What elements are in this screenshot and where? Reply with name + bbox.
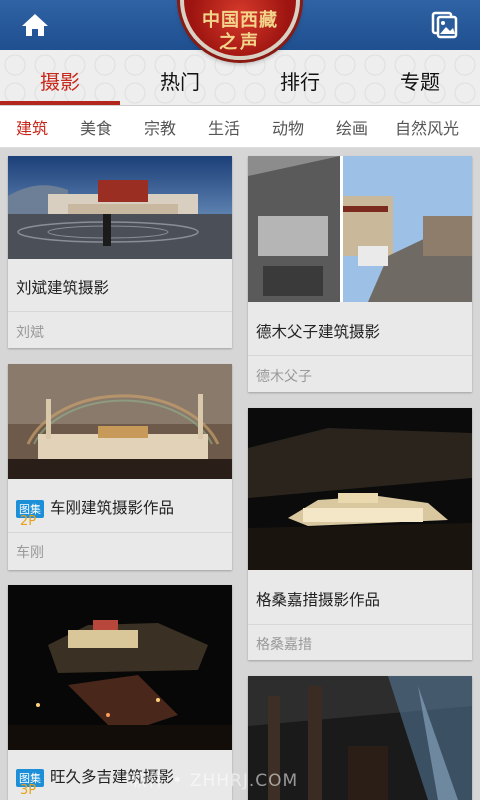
card-title: 格桑嘉措摄影作品 xyxy=(256,591,381,609)
tab-popular[interactable]: 热门 xyxy=(120,50,240,105)
tab-topics[interactable]: 专题 xyxy=(360,50,480,105)
photo-count: 3P xyxy=(20,783,37,798)
divider xyxy=(8,532,232,533)
home-icon xyxy=(22,14,48,36)
category-food[interactable]: 美食 xyxy=(64,115,128,139)
card-title: 德木父子建筑摄影 xyxy=(256,323,381,341)
tab-photography[interactable]: 摄影 xyxy=(0,50,120,105)
photo-card[interactable]: 刘斌建筑摄影 刘斌 xyxy=(8,156,232,348)
logo-text-line2: 之声 xyxy=(219,32,261,53)
category-painting[interactable]: 绘画 xyxy=(320,115,384,139)
card-image xyxy=(8,585,232,750)
card-title: 刘斌建筑摄影 xyxy=(16,279,110,297)
gallery-icon xyxy=(431,11,458,39)
category-animals[interactable]: 动物 xyxy=(256,115,320,139)
photo-card[interactable]: 格桑嘉措摄影作品 格桑嘉措 xyxy=(248,408,472,660)
card-image xyxy=(248,408,472,570)
tab-ranking[interactable]: 排行 xyxy=(240,50,360,105)
category-architecture[interactable]: 建筑 xyxy=(0,115,64,139)
app-logo[interactable]: 中国西藏 之声 xyxy=(180,0,300,60)
card-title: 图集 车刚建筑摄影作品 xyxy=(16,496,174,518)
divider xyxy=(248,624,472,625)
gallery-button[interactable] xyxy=(410,0,480,50)
card-image xyxy=(8,156,232,259)
divider xyxy=(248,355,472,356)
card-image xyxy=(248,156,472,302)
watermark: 软件 • ZHHRJ.COM xyxy=(130,771,299,791)
category-nature[interactable]: 自然风光 xyxy=(384,115,470,139)
category-religion[interactable]: 宗教 xyxy=(128,115,192,139)
card-author: 刘斌 xyxy=(16,325,44,341)
card-title-text: 车刚建筑摄影作品 xyxy=(50,499,175,517)
photo-count: 2P xyxy=(20,514,37,529)
card-image xyxy=(8,364,232,479)
divider xyxy=(8,311,232,312)
home-button[interactable] xyxy=(0,0,70,50)
category-tab-bar: 建筑 美食 宗教 生活 动物 绘画 自然风光 xyxy=(0,106,480,148)
card-author: 格桑嘉措 xyxy=(256,637,312,653)
photo-card[interactable]: 图集 车刚建筑摄影作品 2P 车刚 xyxy=(8,364,232,570)
category-life[interactable]: 生活 xyxy=(192,115,256,139)
card-author: 车刚 xyxy=(16,545,44,561)
photo-card[interactable]: 德木父子建筑摄影 德木父子 xyxy=(248,156,472,392)
card-author: 德木父子 xyxy=(256,369,312,385)
